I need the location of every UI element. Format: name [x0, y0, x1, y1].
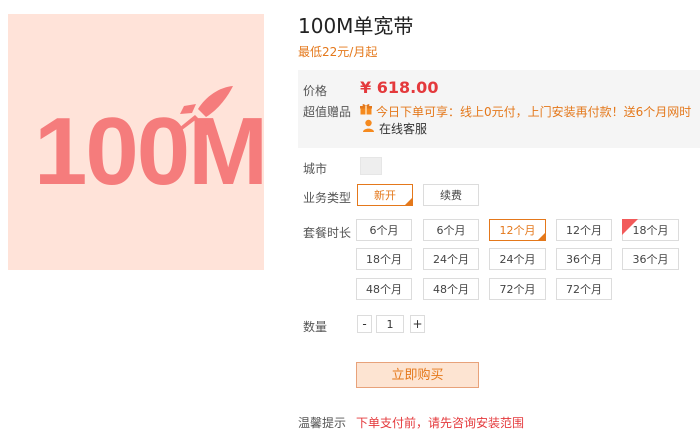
business-type-label: 业务类型 — [303, 191, 352, 205]
product-title: 100M单宽带 — [298, 14, 414, 38]
business-option-renew[interactable]: 续费 — [423, 184, 479, 206]
price-value: ¥ 618.00 — [360, 78, 439, 97]
tip-label: 温馨提示 — [298, 416, 347, 430]
package-option[interactable]: 24个月 — [423, 248, 479, 270]
quantity-minus-button[interactable]: - — [357, 315, 372, 333]
promo-text: 今日下单可享：线上0元付，上门安装再付款！送6个月网时 — [376, 105, 692, 119]
package-option[interactable]: 36个月 — [622, 248, 679, 270]
online-service-link[interactable]: 在线客服 — [379, 120, 427, 137]
package-option[interactable]: 12个月 — [556, 219, 612, 241]
hero-text: 100M — [34, 98, 264, 205]
city-select[interactable] — [360, 157, 382, 175]
product-image-graphic: 100M — [34, 86, 264, 205]
package-option-selected[interactable]: 12个月 — [489, 219, 546, 241]
tip-text: 下单支付前，请先咨询安装范围 — [356, 416, 525, 430]
package-option[interactable]: 72个月 — [489, 278, 546, 300]
quantity-label: 数量 — [303, 320, 328, 334]
package-option[interactable]: 24个月 — [489, 248, 546, 270]
quantity-plus-button[interactable]: + — [410, 315, 425, 333]
customer-service-icon[interactable] — [362, 119, 375, 132]
hot-badge-icon — [622, 219, 638, 235]
package-option-hot[interactable]: 18个月 — [622, 219, 679, 241]
buy-now-button[interactable]: 立即购买 — [356, 362, 479, 388]
business-option-new[interactable]: 新开 — [357, 184, 413, 206]
gift-icon — [360, 104, 372, 115]
package-duration-label: 套餐时长 — [303, 226, 352, 240]
product-subtitle: 最低22元/月起 — [298, 45, 378, 59]
city-label: 城市 — [303, 162, 328, 176]
quantity-input[interactable]: 1 — [376, 315, 404, 333]
package-option[interactable]: 48个月 — [356, 278, 412, 300]
package-option[interactable]: 18个月 — [356, 248, 412, 270]
package-option[interactable]: 72个月 — [556, 278, 612, 300]
package-option[interactable]: 36个月 — [556, 248, 612, 270]
gift-label: 超值赠品 — [303, 105, 352, 119]
package-option[interactable]: 6个月 — [356, 219, 412, 241]
package-option[interactable]: 6个月 — [423, 219, 479, 241]
package-option[interactable]: 48个月 — [423, 278, 479, 300]
price-label: 价格 — [303, 84, 328, 98]
product-image: 100M — [8, 14, 264, 270]
